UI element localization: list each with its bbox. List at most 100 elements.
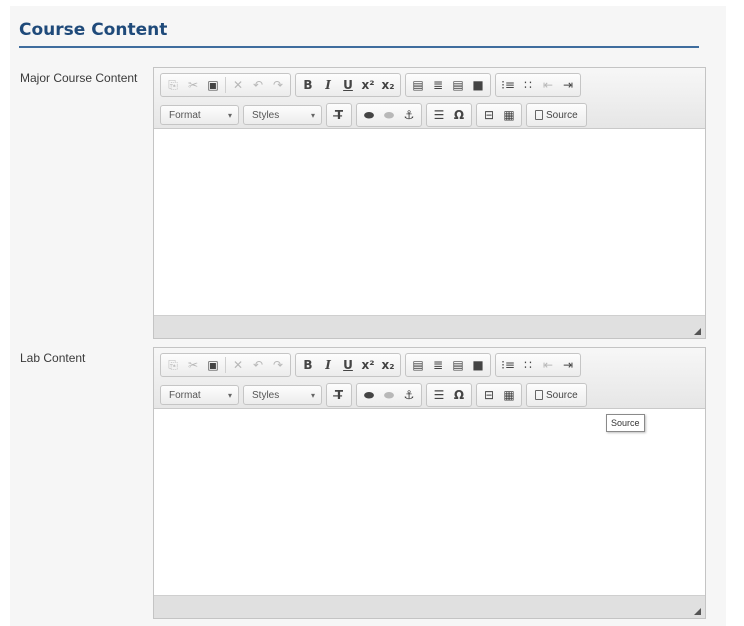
anchor-icon[interactable]: ⚓ bbox=[399, 385, 419, 405]
styles-dropdown[interactable]: Styles ▾ bbox=[243, 385, 322, 405]
lab-content-editor: ⎘ ✂ ▣ ✕ ↶ ↷ B I U x² x₂ ▤ ≣ ▤ ■ ⁝≡ ∷ ⇤ ⇥… bbox=[153, 347, 706, 619]
underline-button[interactable]: U bbox=[338, 355, 358, 375]
align-left-icon[interactable]: ▤ bbox=[408, 355, 428, 375]
iframe-icon[interactable]: ⊟ bbox=[479, 105, 499, 125]
italic-button[interactable]: I bbox=[318, 75, 338, 95]
rich-text-area[interactable] bbox=[154, 409, 705, 595]
redo-icon[interactable]: ↷ bbox=[268, 75, 288, 95]
cut-icon[interactable]: ✂ bbox=[183, 75, 203, 95]
source-group: Source bbox=[526, 103, 587, 127]
align-center-icon[interactable]: ≣ bbox=[428, 75, 448, 95]
list-group: ⁝≡ ∷ ⇤ ⇥ bbox=[495, 73, 581, 97]
basic-styles-group: B I U x² x₂ bbox=[295, 353, 401, 377]
chevron-down-icon: ▾ bbox=[227, 390, 232, 400]
resize-grip-icon[interactable] bbox=[694, 608, 701, 615]
anchor-icon[interactable]: ⚓ bbox=[399, 105, 419, 125]
copy-icon[interactable]: ⎘ bbox=[163, 75, 183, 95]
indent-icon[interactable]: ⇥ bbox=[558, 75, 578, 95]
source-doc-icon bbox=[535, 110, 543, 120]
editor-toolbar: ⎘ ✂ ▣ ✕ ↶ ↷ B I U x² x₂ ▤ ≣ ▤ ■ ⁝≡ ∷ ⇤ ⇥… bbox=[154, 348, 705, 409]
chevron-down-icon: ▾ bbox=[310, 390, 315, 400]
unlink-icon[interactable]: ⬬ bbox=[379, 385, 399, 405]
redo-icon[interactable]: ↷ bbox=[268, 355, 288, 375]
source-button[interactable]: Source bbox=[529, 105, 584, 125]
lab-content-label: Lab Content bbox=[20, 351, 86, 365]
source-tooltip: Source bbox=[606, 414, 645, 432]
styles-dropdown-label: Styles bbox=[252, 109, 280, 121]
table-icon[interactable]: ▦ bbox=[499, 385, 519, 405]
separator bbox=[225, 77, 226, 93]
source-button-label: Source bbox=[546, 109, 578, 121]
paste-icon[interactable]: ▣ bbox=[203, 355, 223, 375]
link-group: ⬬ ⬬ ⚓ bbox=[356, 383, 422, 407]
chevron-down-icon: ▾ bbox=[310, 110, 315, 120]
clear-format-icon[interactable]: T̶ bbox=[329, 105, 349, 125]
undo-icon[interactable]: ↶ bbox=[248, 355, 268, 375]
bold-button[interactable]: B bbox=[298, 75, 318, 95]
alignment-group: ▤ ≣ ▤ ■ bbox=[405, 73, 491, 97]
paste-icon[interactable]: ▣ bbox=[203, 75, 223, 95]
remove-format-icon[interactable]: ✕ bbox=[228, 75, 248, 95]
justify-icon[interactable]: ■ bbox=[468, 355, 488, 375]
unlink-icon[interactable]: ⬬ bbox=[379, 105, 399, 125]
source-button-label: Source bbox=[546, 389, 578, 401]
styles-dropdown-label: Styles bbox=[252, 389, 280, 401]
bulleted-list-icon[interactable]: ∷ bbox=[518, 75, 538, 95]
insert-group: ☰ Ω bbox=[426, 103, 472, 127]
clipboard-group: ⎘ ✂ ▣ ✕ ↶ ↷ bbox=[160, 353, 291, 377]
styles-dropdown[interactable]: Styles ▾ bbox=[243, 105, 322, 125]
copy-icon[interactable]: ⎘ bbox=[163, 355, 183, 375]
iframe-icon[interactable]: ⊟ bbox=[479, 385, 499, 405]
align-center-icon[interactable]: ≣ bbox=[428, 355, 448, 375]
rich-text-area[interactable] bbox=[154, 129, 705, 315]
bulleted-list-icon[interactable]: ∷ bbox=[518, 355, 538, 375]
undo-icon[interactable]: ↶ bbox=[248, 75, 268, 95]
cut-icon[interactable]: ✂ bbox=[183, 355, 203, 375]
clear-format-icon[interactable]: T̶ bbox=[329, 385, 349, 405]
source-group: Source bbox=[526, 383, 587, 407]
italic-button[interactable]: I bbox=[318, 355, 338, 375]
link-icon[interactable]: ⬬ bbox=[359, 105, 379, 125]
superscript-button[interactable]: x² bbox=[358, 75, 378, 95]
outdent-icon[interactable]: ⇤ bbox=[538, 355, 558, 375]
chevron-down-icon: ▾ bbox=[227, 110, 232, 120]
align-right-icon[interactable]: ▤ bbox=[448, 355, 468, 375]
editor-status-bar bbox=[154, 595, 705, 618]
source-button[interactable]: Source bbox=[529, 385, 584, 405]
superscript-button[interactable]: x² bbox=[358, 355, 378, 375]
resize-grip-icon[interactable] bbox=[694, 328, 701, 335]
horizontal-rule-icon[interactable]: ☰ bbox=[429, 385, 449, 405]
numbered-list-icon[interactable]: ⁝≡ bbox=[498, 75, 518, 95]
editor-status-bar bbox=[154, 315, 705, 338]
align-right-icon[interactable]: ▤ bbox=[448, 75, 468, 95]
remove-format-icon[interactable]: ✕ bbox=[228, 355, 248, 375]
clipboard-group: ⎘ ✂ ▣ ✕ ↶ ↷ bbox=[160, 73, 291, 97]
numbered-list-icon[interactable]: ⁝≡ bbox=[498, 355, 518, 375]
link-group: ⬬ ⬬ ⚓ bbox=[356, 103, 422, 127]
section-title: Course Content bbox=[19, 20, 168, 40]
editor-toolbar: ⎘ ✂ ▣ ✕ ↶ ↷ B I U x² x₂ ▤ ≣ ▤ ■ ⁝≡ ∷ ⇤ ⇥… bbox=[154, 68, 705, 129]
clear-format-group: T̶ bbox=[326, 383, 352, 407]
list-group: ⁝≡ ∷ ⇤ ⇥ bbox=[495, 353, 581, 377]
format-dropdown[interactable]: Format ▾ bbox=[160, 105, 239, 125]
indent-icon[interactable]: ⇥ bbox=[558, 355, 578, 375]
underline-button[interactable]: U bbox=[338, 75, 358, 95]
link-icon[interactable]: ⬬ bbox=[359, 385, 379, 405]
format-dropdown-label: Format bbox=[169, 109, 201, 121]
section-divider bbox=[19, 46, 699, 48]
outdent-icon[interactable]: ⇤ bbox=[538, 75, 558, 95]
special-char-icon[interactable]: Ω bbox=[449, 105, 469, 125]
align-left-icon[interactable]: ▤ bbox=[408, 75, 428, 95]
special-char-icon[interactable]: Ω bbox=[449, 385, 469, 405]
subscript-button[interactable]: x₂ bbox=[378, 75, 398, 95]
subscript-button[interactable]: x₂ bbox=[378, 355, 398, 375]
major-course-content-label: Major Course Content bbox=[20, 71, 138, 85]
horizontal-rule-icon[interactable]: ☰ bbox=[429, 105, 449, 125]
bold-button[interactable]: B bbox=[298, 355, 318, 375]
format-dropdown[interactable]: Format ▾ bbox=[160, 385, 239, 405]
clear-format-group: T̶ bbox=[326, 103, 352, 127]
justify-icon[interactable]: ■ bbox=[468, 75, 488, 95]
embed-group: ⊟ ▦ bbox=[476, 103, 522, 127]
table-icon[interactable]: ▦ bbox=[499, 105, 519, 125]
alignment-group: ▤ ≣ ▤ ■ bbox=[405, 353, 491, 377]
